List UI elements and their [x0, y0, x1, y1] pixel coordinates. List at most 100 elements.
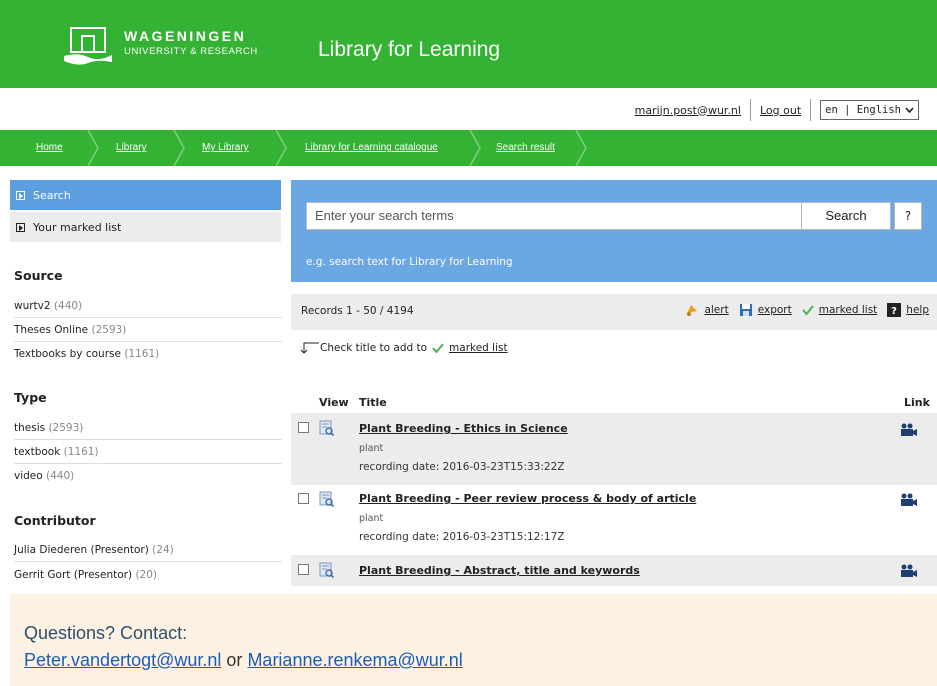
row-checkbox[interactable] — [298, 422, 309, 433]
facet-item[interactable]: Textbooks by course (1161) — [14, 342, 282, 366]
table-row: Plant Breeding - Ethics in Science plant… — [291, 413, 937, 485]
search-input[interactable]: Enter your search terms — [306, 202, 814, 230]
expand-icon — [16, 222, 25, 232]
breadcrumb-my-library[interactable]: My Library — [202, 130, 249, 166]
save-icon — [739, 304, 752, 316]
facet-heading-contributor: Contributor — [14, 513, 96, 528]
sidebar-item-marked-list[interactable]: Your marked list — [10, 212, 281, 242]
facet-heading-type: Type — [14, 390, 47, 405]
facet-label: Theses Online — [14, 324, 89, 336]
sidebar-item-search[interactable]: Search — [10, 180, 281, 210]
breadcrumb-separator-icon — [173, 130, 185, 166]
facet-count: (24) — [152, 544, 174, 556]
video-camera-icon[interactable] — [900, 423, 918, 437]
breadcrumb-separator-icon — [469, 130, 481, 166]
breadcrumb-search-result[interactable]: Search result — [496, 130, 555, 166]
breadcrumb-separator-icon — [575, 130, 587, 166]
user-bar: marijn.post@wur.nl Log out en | English — [635, 98, 919, 122]
facet-label: thesis — [14, 422, 46, 434]
record-date: recording date: 2016-03-23T15:12:17Z — [359, 531, 565, 543]
view-record-icon[interactable] — [319, 491, 334, 507]
facet-count: (1161) — [124, 348, 160, 360]
search-button[interactable]: Search — [801, 202, 891, 230]
svg-text:?: ? — [891, 306, 897, 317]
facet-item[interactable]: thesis (2593) — [14, 416, 282, 440]
brand-subtitle: UNIVERSITY & RESEARCH — [124, 46, 258, 57]
table-row: Plant Breeding - Abstract, title and key… — [291, 555, 937, 586]
wur-logo-icon[interactable] — [62, 26, 114, 66]
sidebar-item-label: Your marked list — [33, 220, 122, 234]
facet-item[interactable]: wurtv2 (440) — [14, 294, 282, 318]
logout-link[interactable]: Log out — [760, 104, 801, 117]
facet-count: (440) — [46, 470, 75, 482]
facet-count: (2593) — [91, 324, 127, 336]
contact-or: or — [226, 650, 243, 670]
facet-label: wurtv2 — [14, 300, 51, 312]
language-value: en | English — [825, 104, 901, 116]
divider — [810, 99, 812, 121]
record-title-link[interactable]: Plant Breeding - Peer review process & b… — [359, 492, 696, 505]
contact-email-link[interactable]: Marianne.renkema@wur.nl — [247, 650, 462, 670]
contact-links: Peter.vandertogt@wur.nl or Marianne.renk… — [24, 647, 937, 674]
records-toolbar: Records 1 - 50 / 4194 alert export marke… — [291, 294, 937, 330]
contact-footer: Questions? Contact: Peter.vandertogt@wur… — [10, 594, 937, 686]
column-header-link: Link — [904, 396, 930, 409]
view-record-icon[interactable] — [319, 420, 334, 436]
site-title: Library for Learning — [318, 38, 501, 61]
facet-label: textbook — [14, 446, 61, 458]
expand-icon — [16, 190, 25, 200]
breadcrumb-catalogue[interactable]: Library for Learning catalogue — [305, 130, 438, 166]
contact-email-link[interactable]: Peter.vandertogt@wur.nl — [24, 650, 221, 670]
chevron-down-icon — [905, 107, 914, 113]
hint-text: Check title to add to — [320, 342, 428, 354]
user-email-link[interactable]: marijn.post@wur.nl — [635, 104, 741, 117]
column-header-view: View — [319, 396, 349, 409]
breadcrumb-library[interactable]: Library — [116, 130, 147, 166]
facet-label: Gerrit Gort (Presentor) — [14, 569, 133, 581]
record-subject: plant — [359, 443, 384, 454]
facet-heading-source: Source — [14, 268, 63, 283]
video-camera-icon[interactable] — [900, 493, 918, 507]
arrow-down-left-icon — [300, 342, 319, 354]
marked-list-link[interactable]: marked list — [819, 304, 878, 316]
facet-label: video — [14, 470, 43, 482]
record-subject: plant — [359, 513, 384, 524]
marked-list-hint: Check title to add to marked list — [300, 342, 508, 354]
row-checkbox[interactable] — [298, 564, 309, 575]
table-row: Plant Breeding - Peer review process & b… — [291, 485, 937, 555]
facet-item[interactable]: textbook (1161) — [14, 440, 282, 464]
facet-item[interactable]: Gerrit Gort (Presentor) (20) — [14, 563, 282, 587]
help-icon: ? — [887, 303, 902, 317]
search-hint: e.g. search text for Library for Learnin… — [306, 256, 513, 268]
export-link[interactable]: export — [758, 304, 792, 316]
breadcrumb-separator-icon — [275, 130, 287, 166]
record-date: recording date: 2016-03-23T15:33:22Z — [359, 461, 565, 473]
search-help-button[interactable]: ? — [894, 202, 922, 230]
facet-count: (20) — [135, 569, 157, 581]
checkmark-icon — [432, 343, 444, 354]
alert-link[interactable]: alert — [704, 304, 728, 316]
bell-icon — [687, 305, 698, 316]
records-count: Records 1 - 50 / 4194 — [301, 305, 414, 317]
language-select[interactable]: en | English — [820, 100, 919, 120]
site-header: WAGENINGEN UNIVERSITY & RESEARCH Library… — [0, 0, 937, 88]
breadcrumb-home[interactable]: Home — [36, 130, 63, 166]
search-panel: Enter your search terms Search ? e.g. se… — [291, 180, 937, 282]
facet-item[interactable]: Julia Diederen (Presentor) (24) — [14, 538, 282, 562]
facet-item[interactable]: video (440) — [14, 464, 282, 488]
breadcrumb: Home Library My Library Library for Lear… — [0, 130, 937, 166]
view-record-icon[interactable] — [319, 562, 334, 578]
checkmark-icon — [801, 305, 814, 316]
record-title-link[interactable]: Plant Breeding - Abstract, title and key… — [359, 564, 640, 577]
facet-count: (440) — [53, 300, 83, 312]
record-title-link[interactable]: Plant Breeding - Ethics in Science — [359, 422, 568, 435]
video-camera-icon[interactable] — [900, 564, 918, 578]
facet-count: (2593) — [48, 422, 84, 434]
facet-item[interactable]: Theses Online (2593) — [14, 318, 282, 342]
column-header-title: Title — [359, 396, 387, 409]
sidebar-item-label: Search — [33, 188, 71, 202]
row-checkbox[interactable] — [298, 493, 309, 504]
marked-list-link[interactable]: marked list — [449, 342, 508, 354]
help-link[interactable]: help — [906, 304, 929, 316]
divider — [749, 99, 751, 121]
